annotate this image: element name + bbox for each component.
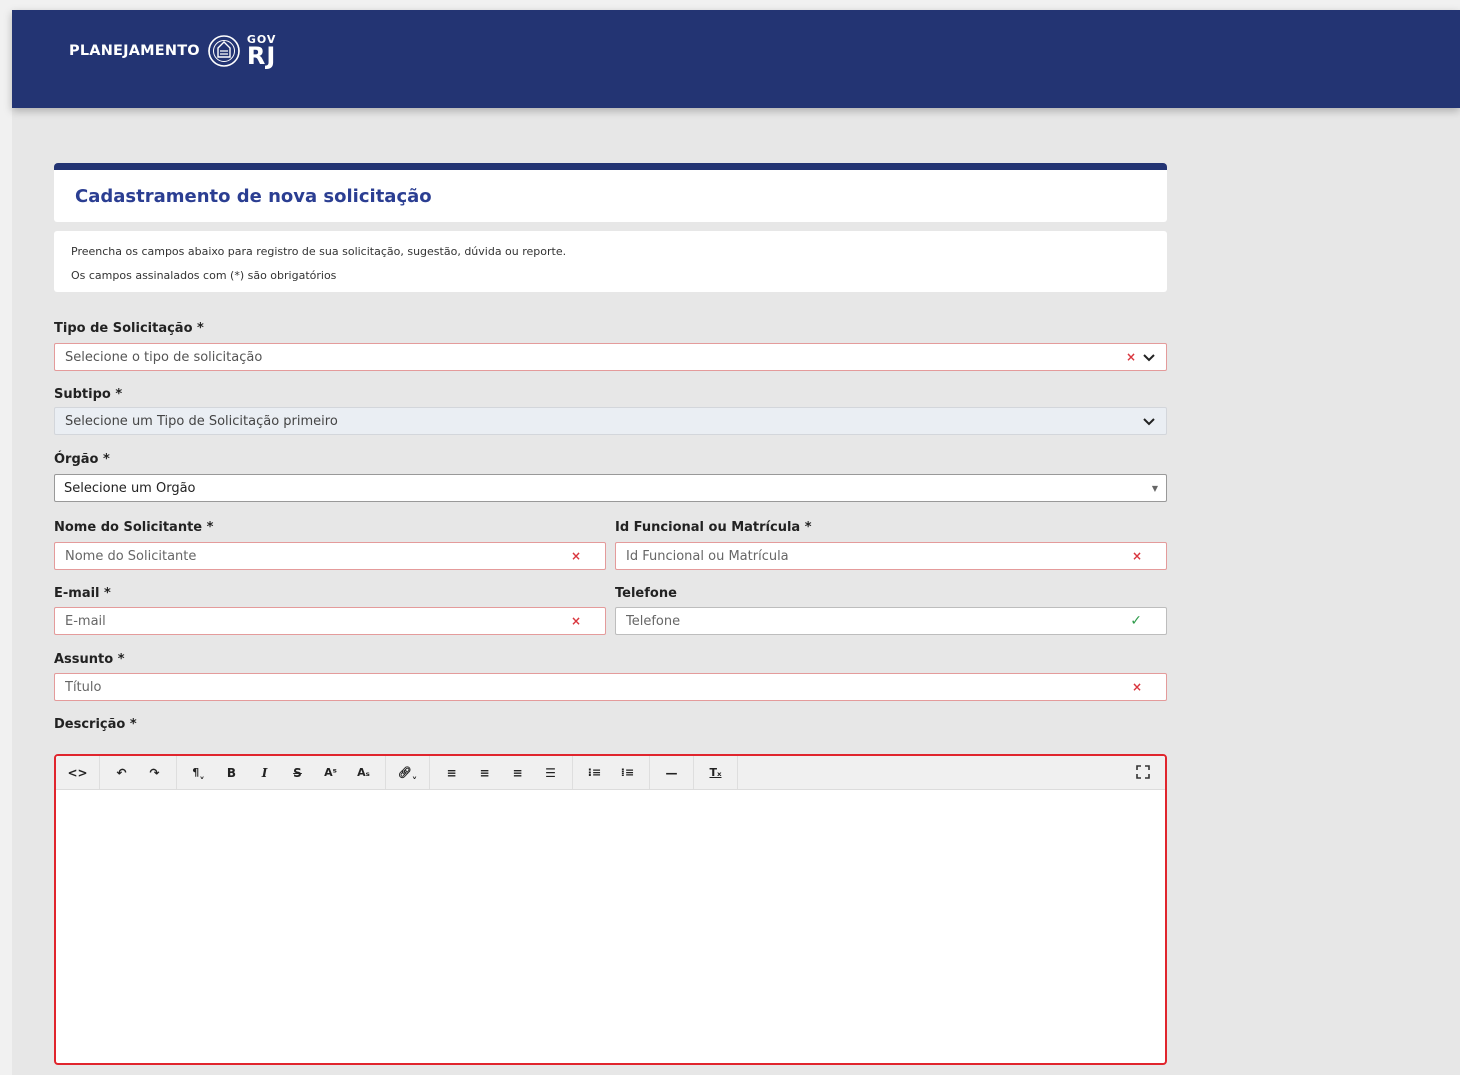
subtipo-select[interactable]: Selecione um Tipo de Solicitação primeir… <box>54 407 1167 435</box>
chevron-down-icon <box>1143 418 1155 426</box>
redo-icon[interactable]: ↷ <box>142 760 167 785</box>
subtipo-label: Subtipo * <box>54 387 123 402</box>
toolbar-group-clear: Tₓ <box>694 756 738 789</box>
strikethrough-icon[interactable]: S <box>285 760 310 785</box>
toolbar-group-align: ≡ ≡ ≡ ☰ <box>430 756 573 789</box>
telefone-label: Telefone <box>615 586 677 601</box>
bullet-list-icon[interactable]: ⁝≡ <box>582 760 607 785</box>
toolbar-group-format: ¶ˬ B I S Aˢ Aₛ <box>177 756 386 789</box>
invalid-x-icon: × <box>570 614 581 628</box>
toolbar-group-code: <> <box>56 756 100 789</box>
orgao-label: Órgão * <box>54 452 110 467</box>
toolbar-group-lists: ⁝≡ ⁞≡ <box>573 756 650 789</box>
subtipo-select-value: Selecione um Tipo de Solicitação primeir… <box>65 413 338 429</box>
nome-label: Nome do Solicitante * <box>54 520 214 535</box>
instructions-line-2: Os campos assinalados com (*) são obriga… <box>71 269 337 282</box>
assunto-label: Assunto * <box>54 652 125 667</box>
brand-text: PLANEJAMENTO <box>69 43 200 59</box>
nome-field[interactable]: Nome do Solicitante × <box>54 542 606 570</box>
rj-text: RJ <box>246 42 277 70</box>
tipo-select-value: Selecione o tipo de solicitação <box>65 349 263 365</box>
brand-logo[interactable]: PLANEJAMENTO GOV RJ <box>69 29 276 73</box>
orgao-select[interactable]: Selecione um Órgão ▼ <box>54 474 1167 502</box>
page-title: Cadastramento de nova solicitação <box>75 185 432 207</box>
numbered-list-icon[interactable]: ⁞≡ <box>615 760 640 785</box>
invalid-x-icon: × <box>1131 549 1142 563</box>
fullscreen-icon[interactable] <box>1135 764 1151 780</box>
form-container: Cadastramento de nova solicitação Preenc… <box>54 163 1167 292</box>
editor-toolbar: <> ↶ ↷ ¶ˬ B I S Aˢ Aₛ 🔗︎ˬ ≡ ≡ ≡ ☰ ⁝≡ ⁞≡ … <box>56 756 1165 790</box>
email-placeholder: E-mail <box>65 613 106 629</box>
chevron-down-icon <box>1143 354 1155 362</box>
gov-rj-logo: GOV RJ <box>247 34 277 68</box>
toolbar-group-link: 🔗︎ˬ <box>386 756 430 789</box>
clear-format-icon[interactable]: Tₓ <box>703 760 728 785</box>
align-right-icon[interactable]: ≡ <box>505 760 530 785</box>
email-field[interactable]: E-mail × <box>54 607 606 635</box>
descricao-label: Descrição * <box>54 717 137 732</box>
instructions-card: Preencha os campos abaixo para registro … <box>54 231 1167 292</box>
invalid-x-icon: × <box>570 549 581 563</box>
idfuncional-placeholder: Id Funcional ou Matrícula <box>626 548 789 564</box>
bold-icon[interactable]: B <box>219 760 244 785</box>
superscript-icon[interactable]: Aˢ <box>318 760 343 785</box>
align-center-icon[interactable]: ≡ <box>472 760 497 785</box>
editor-content-area[interactable] <box>56 790 1165 1062</box>
idfuncional-label: Id Funcional ou Matrícula * <box>615 520 812 535</box>
instructions-line-1: Preencha os campos abaixo para registro … <box>71 245 567 258</box>
orgao-select-value: Selecione um Órgão <box>64 480 196 496</box>
telefone-field[interactable]: Telefone ✓ <box>615 607 1167 635</box>
caret-down-icon: ▼ <box>1151 483 1158 493</box>
paragraph-icon[interactable]: ¶ˬ <box>186 760 211 785</box>
assunto-field[interactable]: Título × <box>54 673 1167 701</box>
source-code-icon[interactable]: <> <box>65 760 90 785</box>
assunto-placeholder: Título <box>65 679 102 695</box>
idfuncional-field[interactable]: Id Funcional ou Matrícula × <box>615 542 1167 570</box>
valid-check-icon: ✓ <box>1130 613 1142 629</box>
clear-x-icon[interactable]: × <box>1126 350 1136 364</box>
tipo-label: Tipo de Solicitação * <box>54 321 204 336</box>
description-editor: <> ↶ ↷ ¶ˬ B I S Aˢ Aₛ 🔗︎ˬ ≡ ≡ ≡ ☰ ⁝≡ ⁞≡ … <box>54 754 1167 1065</box>
toolbar-group-hr: — <box>650 756 694 789</box>
nome-placeholder: Nome do Solicitante <box>65 548 197 564</box>
state-seal-icon <box>208 35 240 67</box>
invalid-x-icon: × <box>1131 680 1142 694</box>
link-icon[interactable]: 🔗︎ˬ <box>395 760 420 785</box>
horizontal-rule-icon[interactable]: — <box>659 760 684 785</box>
title-card: Cadastramento de nova solicitação <box>54 163 1167 222</box>
align-justify-icon[interactable]: ☰ <box>538 760 563 785</box>
undo-icon[interactable]: ↶ <box>109 760 134 785</box>
page-frame: PLANEJAMENTO GOV RJ Cadastramento de nov… <box>12 10 1460 1075</box>
align-left-icon[interactable]: ≡ <box>439 760 464 785</box>
subscript-icon[interactable]: Aₛ <box>351 760 376 785</box>
toolbar-group-history: ↶ ↷ <box>100 756 177 789</box>
email-label: E-mail * <box>54 586 111 601</box>
telefone-placeholder: Telefone <box>626 613 681 629</box>
italic-icon[interactable]: I <box>252 760 277 785</box>
tipo-select[interactable]: Selecione o tipo de solicitação × <box>54 343 1167 371</box>
top-header: PLANEJAMENTO GOV RJ <box>12 10 1460 108</box>
